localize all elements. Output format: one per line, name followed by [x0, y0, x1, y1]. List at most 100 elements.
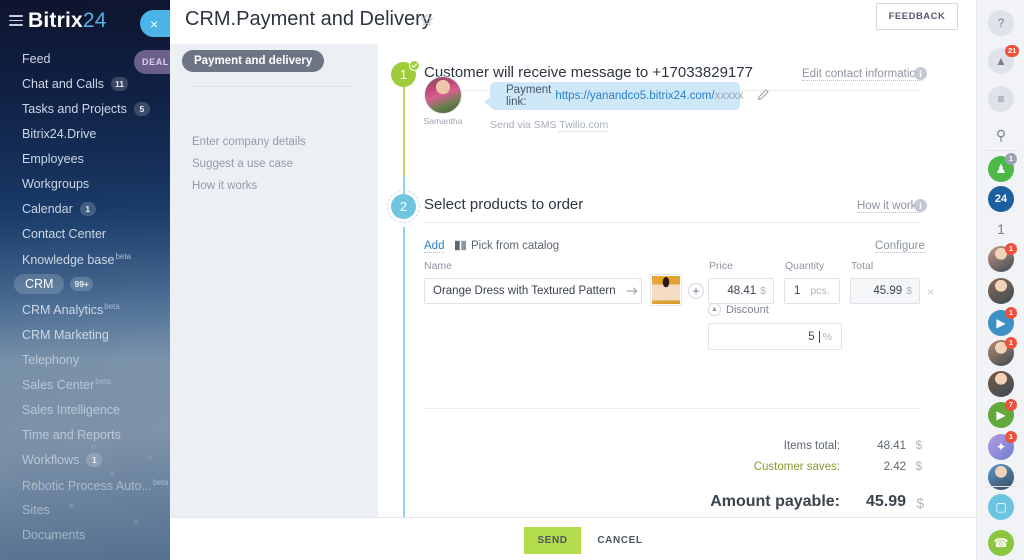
sidebar-item-crm-marketing[interactable]: CRM Marketing — [0, 322, 170, 347]
star-icon[interactable] — [420, 13, 434, 27]
search-icon-glyph: ⚲ — [996, 127, 1006, 144]
sidebar-item-sales-center[interactable]: Sales Centerbeta — [0, 372, 170, 397]
sidebar-item-time-and-reports[interactable]: Time and Reports — [0, 422, 170, 447]
add-image-button[interactable]: + — [688, 283, 704, 299]
sidebar-item-knowledge-base[interactable]: Knowledge basebeta — [0, 247, 170, 272]
product-price-input[interactable]: 48.41 $ — [708, 278, 774, 304]
page-title: CRM.Payment and Delivery — [185, 8, 432, 31]
sidebar-item-label: CRM Analyticsbeta — [22, 302, 120, 317]
sidebar-item-crm-analytics[interactable]: CRM Analyticsbeta — [0, 297, 170, 322]
sidebar-item-label: Sales Centerbeta — [22, 377, 111, 392]
beta-tag: beta — [153, 478, 169, 487]
submenu-item-how-it-works[interactable]: How it works — [192, 180, 257, 192]
column-header-quantity: Quantity — [785, 260, 824, 272]
profile-icon-glyph: ♟ — [996, 162, 1007, 176]
step1-info-icon[interactable]: i — [914, 67, 927, 80]
sidebar-item-chat-and-calls[interactable]: Chat and Calls11 — [0, 71, 170, 96]
sidebar-item-sales-intelligence[interactable]: Sales Intelligence — [0, 397, 170, 422]
payment-link[interactable]: https://yanandco5.bitrix24.com/xxxxx — [555, 90, 743, 102]
mobile-app-icon[interactable]: ▢ — [988, 494, 1014, 520]
payment-link-url: https://yanandco5.bitrix24.com/ — [555, 90, 714, 102]
sidebar-item-label: Robotic Process Auto...beta — [22, 478, 169, 493]
sidebar-item-feed[interactable]: Feed — [0, 46, 170, 71]
broadcast-icon-badge: 7 — [1005, 399, 1017, 411]
app-icon-badge: 1 — [1005, 431, 1017, 443]
amount-payable-unit: $ — [910, 495, 924, 511]
product-quantity-value: 1 — [794, 285, 800, 297]
sidebar-item-documents[interactable]: Documents — [0, 523, 170, 548]
contact-avatar-4[interactable] — [988, 371, 1014, 397]
sidebar-item-count: 1 — [86, 453, 102, 467]
close-icon[interactable]: × — [140, 10, 170, 37]
sidebar-item-label: Chat and Calls — [22, 77, 104, 91]
step1-title: Customer will receive message to +170338… — [424, 64, 753, 81]
product-name-input[interactable]: Orange Dress with Textured Pattern — [424, 278, 642, 304]
catalog-book-icon[interactable] — [454, 240, 467, 251]
product-price-unit: $ — [760, 285, 766, 297]
beta-tag: beta — [104, 302, 120, 311]
how-it-works-link[interactable]: How it works — [857, 200, 922, 213]
configure-link[interactable]: Configure — [875, 240, 925, 253]
submenu-divider — [192, 86, 354, 87]
product-thumbnail[interactable] — [650, 274, 682, 306]
arrow-right-icon[interactable] — [626, 285, 639, 297]
sidebar-item-count: 99+ — [70, 277, 92, 291]
send-via-provider[interactable]: Twilio.com — [559, 119, 608, 132]
step2-divider — [424, 222, 920, 223]
sidebar-item-robotic-process-auto[interactable]: Robotic Process Auto...beta — [0, 473, 170, 498]
call-icon[interactable]: ☎ — [988, 530, 1014, 556]
sidebar-item-tasks-and-projects[interactable]: Tasks and Projects5 — [0, 96, 170, 121]
sidebar-item-telephony[interactable]: Telephony — [0, 347, 170, 372]
sidebar-item-label: Calendar — [22, 202, 73, 216]
contact-avatar-3-badge: 1 — [1005, 337, 1017, 349]
beta-tag: beta — [95, 377, 111, 386]
discount-input[interactable]: 5 % — [708, 323, 842, 350]
step2-number: 2 — [400, 199, 407, 214]
sidebar-item-count: 1 — [80, 202, 96, 216]
achievement-icon[interactable]: 1 — [988, 216, 1014, 242]
step2-connector-line-bottom — [403, 227, 405, 517]
sidebar-item-bitrix24-drive[interactable]: Bitrix24.Drive — [0, 121, 170, 146]
product-name-value: Orange Dress with Textured Pattern — [433, 285, 616, 297]
product-quantity-input[interactable]: 1 pcs. — [784, 278, 840, 304]
send-button[interactable]: SEND — [524, 527, 581, 554]
broadcast-icon-glyph: ▶ — [996, 408, 1005, 422]
sidebar-item-count: 5 — [134, 102, 150, 116]
achievement-icon-glyph: 1 — [997, 221, 1005, 237]
step2-info-icon[interactable]: i — [914, 199, 927, 212]
submenu-item-enter-company-details[interactable]: Enter company details — [192, 136, 306, 148]
sidebar-item-label: Documents — [22, 528, 85, 542]
sidebar-item-employees[interactable]: Employees — [0, 146, 170, 171]
discount-collapse-icon[interactable]: ▲ — [708, 303, 721, 316]
help-icon[interactable]: ? — [988, 10, 1014, 36]
bitrix24-icon-glyph: 24 — [995, 193, 1007, 205]
remove-row-icon[interactable]: × — [927, 285, 934, 299]
text-cursor — [819, 331, 820, 343]
edit-contact-information-link[interactable]: Edit contact information — [802, 68, 922, 81]
search-icon[interactable]: ⚲ — [988, 122, 1014, 148]
rail-divider — [985, 486, 1017, 487]
avatar — [424, 76, 462, 114]
cancel-button[interactable]: CANCEL — [585, 527, 655, 554]
contact-avatar-2[interactable] — [988, 278, 1014, 304]
pencil-icon[interactable] — [756, 88, 770, 102]
feedback-button[interactable]: FEEDBACK — [876, 3, 958, 30]
sidebar-item-contact-center[interactable]: Contact Center — [0, 222, 170, 247]
pick-from-catalog-link[interactable]: Pick from catalog — [471, 240, 559, 252]
messages-icon[interactable]: ≡ — [988, 86, 1014, 112]
bitrix24-logo[interactable]: Bitrix24 — [28, 9, 107, 33]
sidebar-item-calendar[interactable]: Calendar 1 — [0, 197, 170, 222]
submenu-item-suggest-a-use-case[interactable]: Suggest a use case — [192, 158, 293, 170]
sidebar-item-workflows[interactable]: Workflows1 — [0, 448, 170, 473]
bitrix24-icon[interactable]: 24 — [988, 186, 1014, 212]
amount-payable-value: 45.99 — [826, 493, 906, 511]
sidebar-item-crm[interactable]: CRM99+ — [0, 272, 170, 297]
announcement-icon-badge: 1 — [1005, 307, 1017, 319]
sidebar-item-workgroups[interactable]: Workgroups — [0, 171, 170, 196]
add-product-link[interactable]: Add — [424, 240, 444, 253]
bell-icon-badge: 21 — [1005, 45, 1019, 57]
submenu-title-pill[interactable]: Payment and delivery — [182, 50, 324, 72]
sidebar-item-label: Knowledge basebeta — [22, 252, 131, 267]
sidebar-item-sites[interactable]: Sites — [0, 498, 170, 523]
hamburger-menu-icon[interactable] — [9, 15, 23, 26]
